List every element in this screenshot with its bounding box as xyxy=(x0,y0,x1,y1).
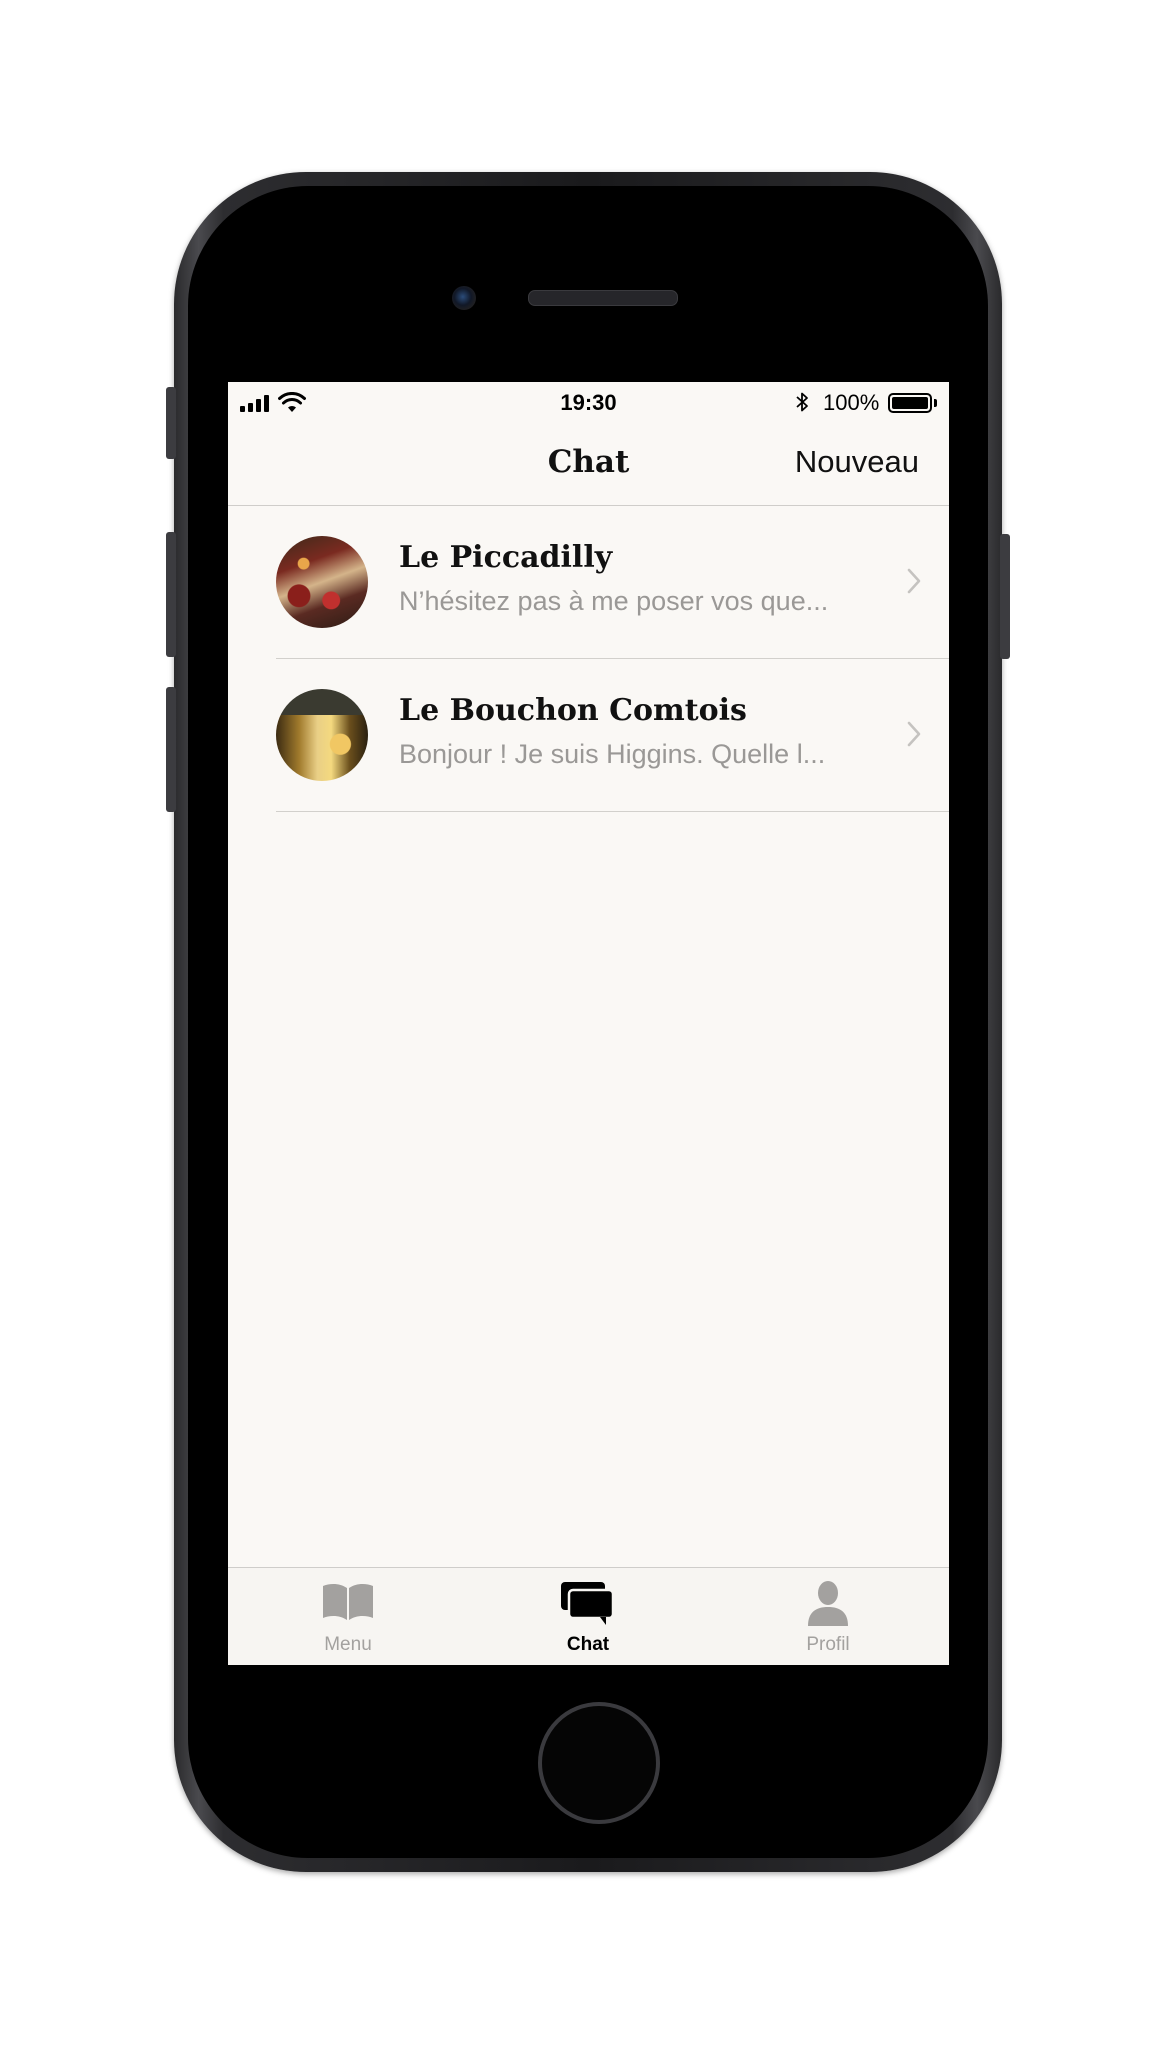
tab-label: Profil xyxy=(806,1634,850,1655)
bluetooth-icon xyxy=(796,392,808,412)
battery-icon xyxy=(888,393,932,413)
earpiece-speaker xyxy=(528,290,678,306)
battery-fill xyxy=(892,397,928,409)
chat-preview: N’hésitez pas à me poser vos que... xyxy=(399,586,829,616)
tab-label: Chat xyxy=(566,1634,610,1655)
tab-bar: Menu Chat Profil xyxy=(228,1567,949,1665)
row-divider xyxy=(276,811,949,812)
restaurant-avatar xyxy=(276,536,368,628)
chat-bubbles-icon xyxy=(561,1582,615,1625)
chat-name: Le Bouchon Comtois xyxy=(399,693,747,728)
app-screen: 19:30 100% Chat Nouveau Le Piccadilly N’… xyxy=(228,382,949,1665)
person-icon xyxy=(808,1581,848,1626)
chevron-right-icon xyxy=(907,568,921,594)
book-icon xyxy=(323,1583,373,1620)
front-camera xyxy=(452,286,476,310)
chat-name: Le Piccadilly xyxy=(399,540,613,575)
chat-list: Le Piccadilly N’hésitez pas à me poser v… xyxy=(228,506,949,812)
navigation-bar: Chat Nouveau xyxy=(228,422,949,506)
mute-switch xyxy=(166,387,176,459)
chevron-right-icon xyxy=(907,721,921,747)
chat-row-le-bouchon-comtois[interactable]: Le Bouchon Comtois Bonjour ! Je suis Hig… xyxy=(228,659,949,812)
volume-up-button xyxy=(166,532,176,657)
status-bar: 19:30 100% xyxy=(228,382,949,422)
restaurant-avatar xyxy=(276,689,368,781)
volume-down-button xyxy=(166,687,176,812)
chat-preview: Bonjour ! Je suis Higgins. Quelle l... xyxy=(399,739,826,769)
tab-menu[interactable]: Menu xyxy=(228,1568,468,1665)
tab-profil[interactable]: Profil xyxy=(708,1568,948,1665)
battery-percentage: 100% xyxy=(823,390,880,415)
power-button xyxy=(1000,534,1010,659)
tab-label: Menu xyxy=(324,1634,372,1655)
battery-tip xyxy=(934,399,937,407)
device-frame-stage: 19:30 100% Chat Nouveau Le Piccadilly N’… xyxy=(0,0,1176,2048)
home-button[interactable] xyxy=(538,1702,660,1824)
new-chat-button[interactable]: Nouveau xyxy=(795,444,919,480)
chat-row-le-piccadilly[interactable]: Le Piccadilly N’hésitez pas à me poser v… xyxy=(228,506,949,659)
tab-chat[interactable]: Chat xyxy=(468,1568,708,1665)
